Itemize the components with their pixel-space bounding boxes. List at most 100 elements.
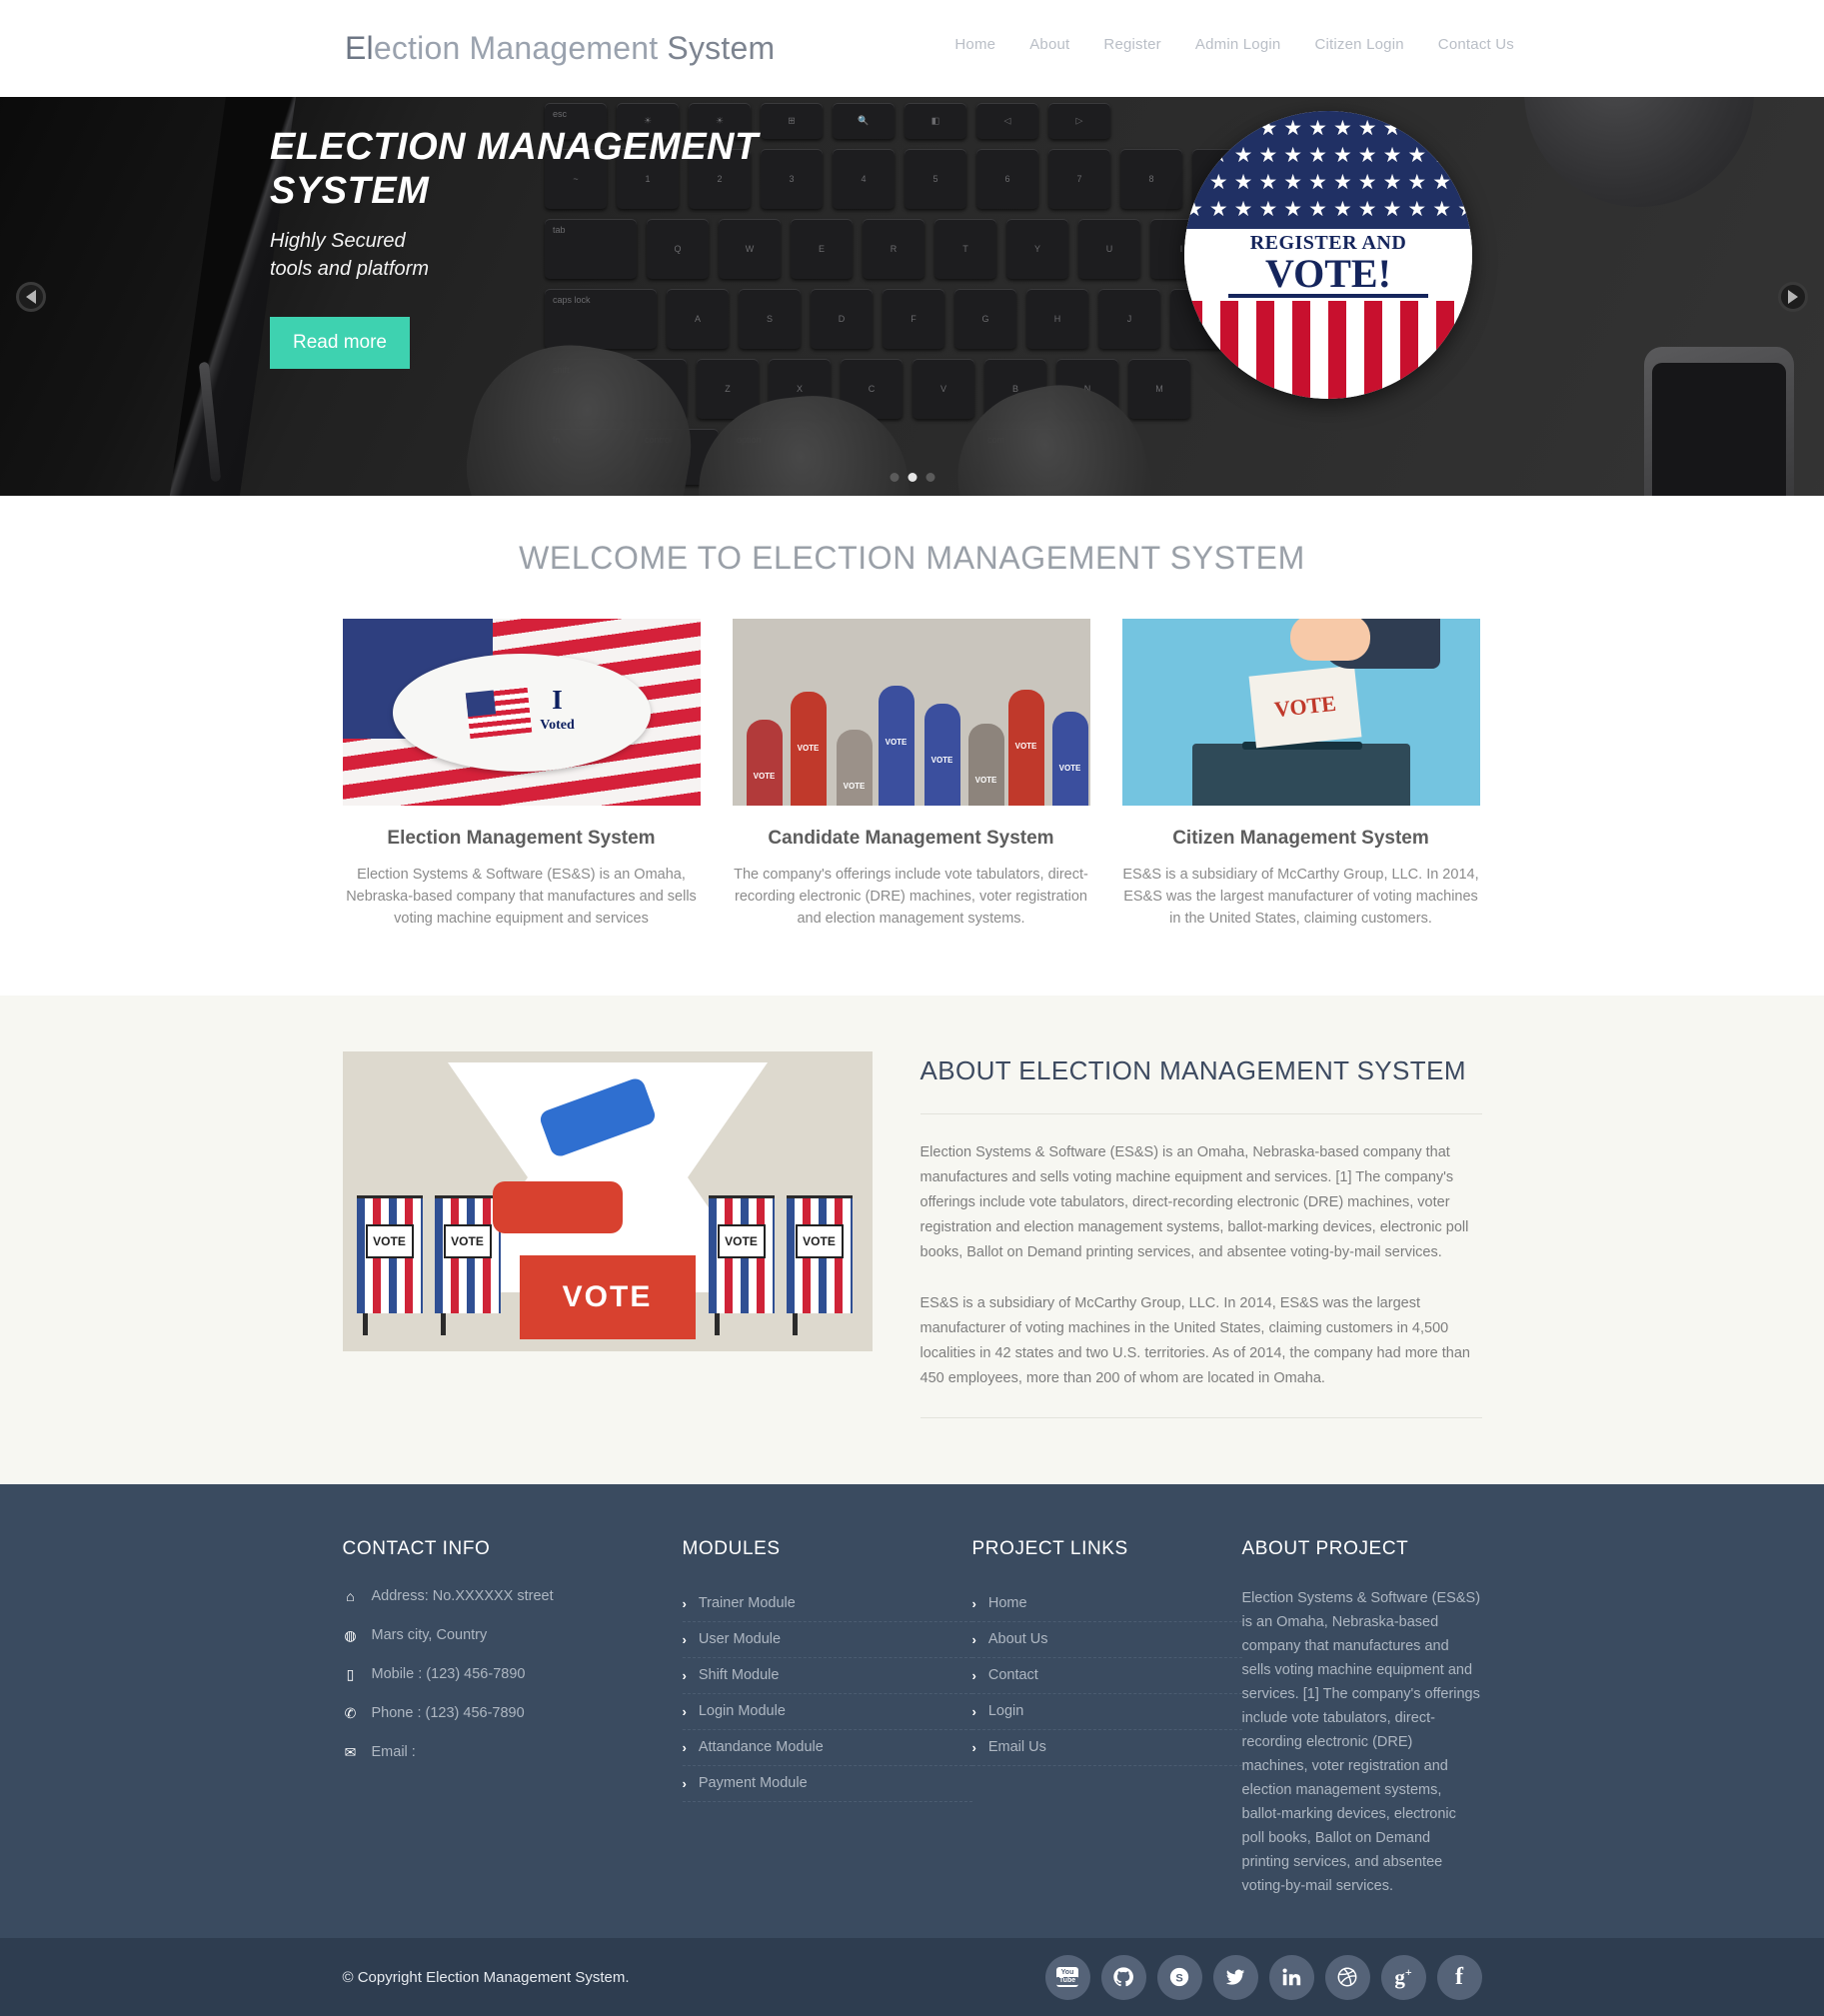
welcome-section: WELCOME TO ELECTION MANAGEMENT SYSTEM I … [0,496,1824,996]
module-link-trainer[interactable]: › Trainer Module [683,1586,972,1621]
nav-item-citizen-login[interactable]: Citizen Login [1314,36,1403,53]
hero-slider: esc ☀ ☀ ⊞ 🔍 ◧ ◁ ▷ ~ 1 2 3 4 5 6 7 8 9 0 [0,97,1824,496]
stars-decoration: ★★★★★★★★★★★★ ★★★★★★★★★★★★ ★★★★★★★★★★★★ ★★★★… [1184,117,1472,221]
chevron-right-icon: › [971,1703,976,1719]
chevron-right-icon: › [682,1667,687,1683]
page-root: Election Management System Home About Re… [0,0,1824,2016]
hero-text-block: ELECTION MANAGEMENT SYSTEM Highly Secure… [270,125,830,369]
about-divider [919,1417,1482,1418]
i-voted-label: I Voted [540,684,575,733]
logo-text-part3: System [658,30,776,66]
list-item: › Contact [971,1658,1242,1694]
project-link-login[interactable]: › Login [972,1694,1242,1729]
mobile-icon: ▯ [346,1666,355,1682]
module-link-attendance[interactable]: › Attandance Module [683,1730,972,1765]
nav-item-admin-login[interactable]: Admin Login [1195,36,1281,53]
service-card-candidate[interactable]: Candidate Management System The company'… [732,619,1090,930]
project-link-home[interactable]: › Home [972,1586,1242,1621]
project-link-email-us[interactable]: › Email Us [972,1730,1242,1765]
facebook-icon[interactable]: f [1436,1954,1482,2000]
phone-icon: ✆ [344,1705,357,1721]
svg-text:S: S [1175,1973,1182,1985]
chevron-right-icon: › [971,1667,976,1683]
service-card-text: Election Systems & Software (ES&S) is an… [346,867,697,927]
list-item: › Login Module [682,1694,972,1730]
about-paragraph-1: Election Systems & Software (ES&S) is an… [919,1144,1469,1260]
module-link-payment[interactable]: › Payment Module [683,1766,972,1801]
contact-email: ✉ Email : [343,1742,683,1762]
twitter-icon[interactable] [1212,1954,1258,2000]
read-more-button[interactable]: Read more [270,317,410,369]
site-footer: CONTACT INFO ⌂ Address: No.XXXXXX street… [0,1484,1824,1938]
about-section: VOTE VOTE VOTE VOTE VOTE ABOUT ELECTION … [0,996,1824,1484]
nav-item-home[interactable]: Home [954,36,995,53]
chevron-right-icon: › [682,1739,687,1755]
chevron-right-icon: › [682,1595,687,1611]
slider-dot-3[interactable] [925,473,934,482]
nav-item-register[interactable]: Register [1103,36,1160,53]
about-illustration: VOTE VOTE VOTE VOTE VOTE [342,1051,873,1351]
service-card-citizen[interactable]: VOTE Citizen Management System ES&S is a… [1121,619,1480,930]
about-project-text: Election Systems & Software (ES&S) is an… [1241,1590,1481,1894]
about-project-heading: ABOUT PROJECT [1241,1538,1409,1559]
list-item: › About Us [971,1622,1242,1658]
service-card-title: Election Management System [387,828,656,849]
hero-subtitle: Highly Secured tools and platform [270,227,830,283]
slider-dots [890,473,934,482]
google-plus-icon[interactable]: g+ [1380,1954,1426,2000]
logo-text-part1: El [345,30,374,66]
chevron-left-icon [26,289,36,304]
contact-info-heading: CONTACT INFO [342,1538,491,1559]
nav-item-about[interactable]: About [1029,36,1069,53]
project-links-list: › Home › About Us › Contact › Login › Email U… [971,1586,1242,1766]
main-navigation: Home About Register Admin Login Citizen … [954,36,1514,53]
module-link-login[interactable]: › Login Module [683,1694,972,1729]
chevron-right-icon: › [682,1631,687,1647]
contact-phone: ✆ Phone : (123) 456-7890 [343,1703,683,1723]
citizen-management-image: VOTE [1121,619,1480,806]
chevron-right-icon [1788,289,1798,304]
site-header: Election Management System Home About Re… [0,0,1824,97]
contact-city: ◍ Mars city, Country [344,1627,488,1643]
about-paragraph-2: ES&S is a subsidiary of McCarthy Group, … [919,1295,1471,1386]
service-card-text: ES&S is a subsidiary of McCarthy Group, … [1122,867,1479,927]
chevron-right-icon: › [682,1775,687,1791]
list-item: › Login [971,1694,1242,1730]
chevron-right-icon: › [971,1595,976,1611]
service-card-title: Candidate Management System [768,828,1054,849]
list-item: › Attandance Module [682,1730,972,1766]
hero-subtitle-line1: Highly Secured [270,230,406,252]
slider-dot-1[interactable] [890,473,899,482]
skype-icon[interactable]: S [1156,1954,1202,2000]
modules-heading: MODULES [682,1538,781,1559]
hero-subtitle-line2: tools and platform [270,258,429,280]
dribbble-icon[interactable] [1324,1954,1370,2000]
youtube-icon[interactable]: You Tube [1044,1954,1090,2000]
module-link-shift[interactable]: › Shift Module [683,1658,972,1693]
site-logo[interactable]: Election Management System [345,30,775,67]
logo-text-part2: ection Management [373,30,659,66]
linkedin-icon[interactable] [1268,1954,1314,2000]
copyright-text: © Copyright Election Management System. [342,1968,630,1986]
service-card-election[interactable]: I Voted Election Management System Elect… [342,619,701,930]
project-links-heading: PROJECT LINKS [971,1538,1128,1559]
hero-title: ELECTION MANAGEMENT SYSTEM [270,126,759,212]
nav-item-contact-us[interactable]: Contact Us [1438,36,1514,53]
service-card-text: The company's offerings include vote tab… [734,867,1088,927]
service-cards: I Voted Election Management System Elect… [342,619,1482,930]
modules-list: › Trainer Module › User Module › Shift Modu… [682,1586,972,1802]
footer-modules: MODULES › Trainer Module › User Module › Sh… [682,1538,972,1898]
contact-mobile: ▯ Mobile : (123) 456-7890 [343,1664,683,1684]
chevron-right-icon: › [971,1739,976,1755]
project-link-contact[interactable]: › Contact [972,1658,1242,1693]
welcome-title: WELCOME TO ELECTION MANAGEMENT SYSTEM [519,540,1305,576]
footer-bottom-bar: © Copyright Election Management System. … [0,1938,1824,2016]
project-link-about-us[interactable]: › About Us [972,1622,1242,1657]
slider-dot-2[interactable] [908,473,916,482]
module-link-user[interactable]: › User Module [683,1622,972,1657]
list-item: › User Module [682,1622,972,1658]
slider-next-button[interactable] [1778,281,1808,312]
github-icon[interactable] [1100,1954,1146,2000]
slider-prev-button[interactable] [16,281,46,312]
ballot-paper-label: VOTE [1248,665,1361,749]
